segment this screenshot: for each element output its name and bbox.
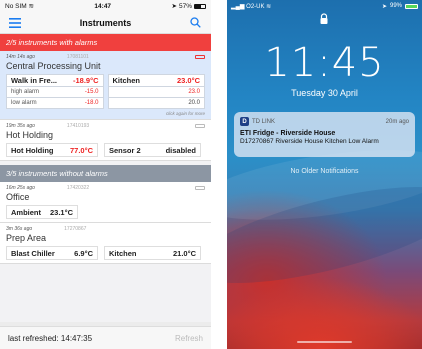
sensor-kitchen[interactable]: Kitchen 23.0°C 23.0 20.0 <box>107 74 205 109</box>
status-right: ➤ 57% <box>172 2 206 10</box>
notification-title: ETI Fridge - Riverside House <box>240 130 336 137</box>
sensor-list: Hot Holding 77.0°C Sensor 2 disabled <box>6 143 205 157</box>
sensor-label: Blast Chiller <box>11 248 55 258</box>
sensor-value: 21.0°C <box>172 248 196 258</box>
lock-date: Tuesday 30 April <box>291 88 358 98</box>
status-time: 14:47 <box>94 2 112 10</box>
wifi-icon: ≋ <box>266 3 272 10</box>
card-meta: 16m 25s ago 17420322 <box>6 185 205 191</box>
menu-icon[interactable] <box>8 16 22 30</box>
click-hint: click again for more <box>165 111 205 116</box>
card-meta: 3m 36s ago 17270867 <box>6 226 205 232</box>
battery-icon <box>405 3 418 9</box>
notification-time: 20m ago <box>385 118 409 125</box>
high-alarm-label: high alarm <box>11 89 40 95</box>
sensor-label: Hot Holding <box>11 145 54 155</box>
no-older-notifications: No Older Notifications <box>290 168 359 175</box>
nav-bar: Instruments <box>0 12 211 34</box>
battery-badge-icon <box>195 124 205 128</box>
refresh-button[interactable]: Refresh <box>175 334 203 343</box>
low-alarm-label: low alarm <box>11 100 37 106</box>
alarm-badge-icon <box>195 55 205 59</box>
location-icon: ➤ <box>171 3 177 10</box>
footer-bar: last refreshed: 14:47:35 Refresh <box>0 326 211 349</box>
sensor-blast-chiller[interactable]: Blast Chiller 6.9°C <box>6 246 98 260</box>
instrument-name: Office <box>6 192 30 202</box>
battery-icon <box>194 3 206 9</box>
sensor-label: Kitchen <box>112 76 141 85</box>
low-alarm-value: 20.0 <box>188 100 200 106</box>
search-icon[interactable] <box>189 16 203 30</box>
carrier-label: ▂▄▆ O2-UK ≋ <box>231 3 272 10</box>
instrument-name: Hot Holding <box>6 130 54 140</box>
notification-card[interactable]: D TD LINK 20m ago ETI Fridge - Riverside … <box>234 112 415 157</box>
sensor-value: disabled <box>165 145 196 155</box>
last-refreshed: last refreshed: 14:47:35 <box>8 333 93 343</box>
sensor-label: Kitchen <box>109 248 137 258</box>
location-icon: ➤ <box>381 3 387 10</box>
home-indicator[interactable] <box>297 341 352 343</box>
high-alarm-value: -15.0 <box>84 89 99 95</box>
sensor-list: Walk in Fre... -18.9°C high alarm -15.0 lo… <box>6 74 205 109</box>
sensor-ambient[interactable]: Ambient 23.1°C <box>6 205 78 219</box>
notification-body: D17270867 Riverside House Kitchen Low Al… <box>240 138 379 145</box>
alarm-section-header: 2/5 instruments with alarms <box>0 34 211 51</box>
instrument-card-cpu[interactable]: 14m 14s ago 17081101 Central Processing U… <box>0 51 211 120</box>
instrument-card-office[interactable]: 16m 25s ago 17420322 Office Ambient 23.1°C <box>0 182 211 223</box>
high-alarm-value: 23.0 <box>188 89 200 95</box>
serial-number: 17420322 <box>66 185 90 191</box>
sensor-label: Walk in Fre... <box>11 76 57 85</box>
serial-number: 17410193 <box>66 123 90 129</box>
low-alarm-value: -18.0 <box>84 100 99 106</box>
last-seen: 3m 36s ago <box>6 226 33 232</box>
carrier-label: No SIM ≋ <box>5 3 34 10</box>
battery-percent: 57% <box>178 2 192 10</box>
lock-clock: 11:45 <box>264 40 385 86</box>
instrument-card-hot-holding[interactable]: 19m 35s ago 17410193 Hot Holding Hot Hold… <box>0 120 211 161</box>
instrument-card-prep-area[interactable]: 3m 36s ago 17270867 Prep Area Blast Chill… <box>0 223 211 264</box>
sensor-value: 77.0°C <box>69 145 93 155</box>
sensor-label: Ambient <box>11 207 41 217</box>
battery-badge-icon <box>195 186 205 190</box>
sensor-value: 23.1°C <box>49 207 73 217</box>
last-seen: 19m 35s ago <box>6 123 35 129</box>
serial-number: 17270867 <box>64 226 87 232</box>
sensor-value: 6.9°C <box>74 248 93 258</box>
lock-status-bar: ▂▄▆ O2-UK ≋ ➤ 99% <box>227 0 422 12</box>
page-title: Instruments <box>79 17 132 28</box>
instrument-name: Central Processing Unit <box>6 61 101 71</box>
sensor-list: Ambient 23.1°C <box>6 205 205 219</box>
sensor-walk-in-freezer[interactable]: Walk in Fre... -18.9°C high alarm -15.0 lo… <box>6 74 104 109</box>
notification-header: D TD LINK 20m ago <box>240 117 409 126</box>
wifi-icon: ≋ <box>28 3 34 10</box>
battery-percent: 99% <box>389 3 402 9</box>
td-link-app-icon: D <box>240 117 249 126</box>
instrument-name: Prep Area <box>6 233 47 243</box>
notification-app-name: TD LINK <box>252 118 276 125</box>
sensor-value: 23.0°C <box>176 76 200 85</box>
sensor-2[interactable]: Sensor 2 disabled <box>104 143 201 157</box>
last-seen: 14m 14s ago <box>6 54 35 60</box>
instruments-app-screen: No SIM ≋ 14:47 ➤ 57% Instruments 2/5 ins… <box>0 0 211 349</box>
serial-number: 17081101 <box>66 54 89 60</box>
card-meta: 14m 14s ago 17081101 <box>6 54 205 60</box>
no-alarm-section-header: 3/5 instruments without alarms <box>0 165 211 182</box>
sensor-label: Sensor 2 <box>109 145 141 155</box>
last-seen: 16m 25s ago <box>6 185 35 191</box>
sensor-kitchen[interactable]: Kitchen 21.0°C <box>104 246 201 260</box>
card-meta: 19m 35s ago 17410193 <box>6 123 205 129</box>
sensor-value: -18.9°C <box>72 76 99 85</box>
lock-screen: ▂▄▆ O2-UK ≋ ➤ 99% 11:45 Tuesday 30 April… <box>227 0 422 349</box>
status-bar: No SIM ≋ 14:47 ➤ 57% <box>0 0 211 12</box>
lock-icon <box>320 13 328 24</box>
sensor-hot-holding[interactable]: Hot Holding 77.0°C <box>6 143 98 157</box>
signal-icon: ▂▄▆ <box>231 3 245 10</box>
sensor-list: Blast Chiller 6.9°C Kitchen 21.0°C <box>6 246 205 260</box>
